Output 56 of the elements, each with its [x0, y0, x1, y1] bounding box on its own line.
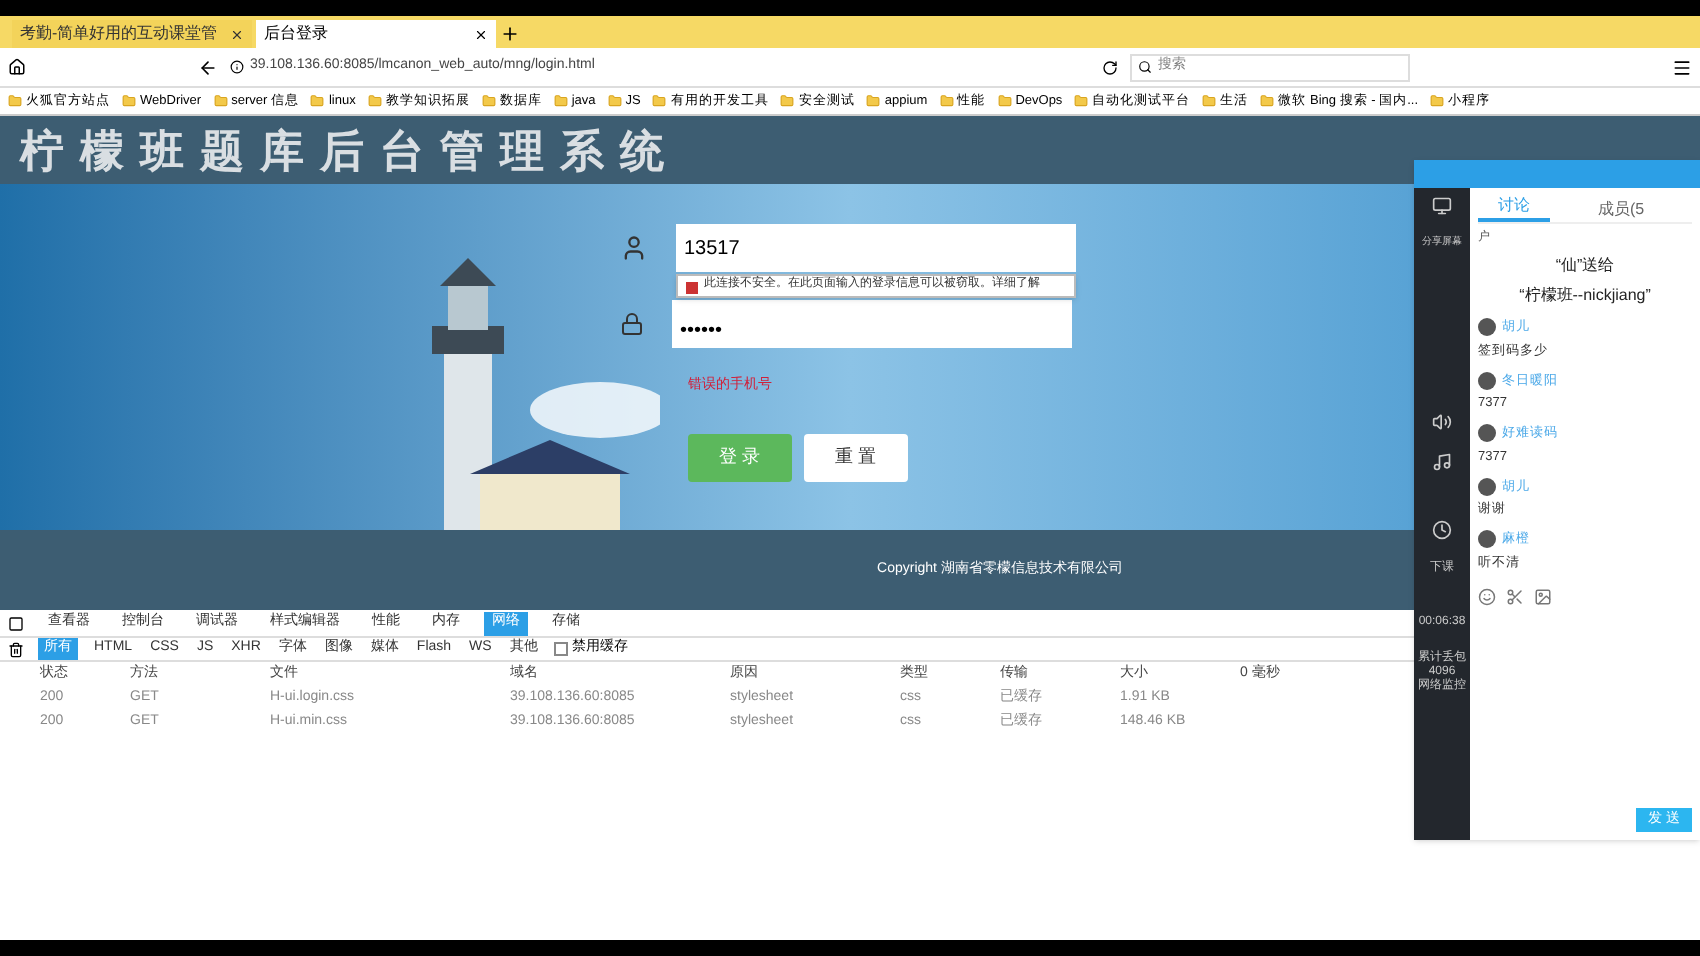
- browser-tab[interactable]: 考勤-简单好用的互动课堂管: [12, 20, 252, 48]
- tab-title: 考勤-简单好用的互动课堂管: [20, 22, 220, 46]
- folder-icon: [652, 94, 667, 108]
- folder-icon: [866, 94, 881, 108]
- gift-text: “柠檬班--nickjiang”: [1517, 284, 1653, 308]
- clock-icon[interactable]: [1432, 519, 1452, 539]
- home-icon[interactable]: [8, 58, 26, 76]
- trash-icon[interactable]: [8, 641, 24, 657]
- avatar: [1478, 424, 1496, 443]
- tab-title: 后台登录: [264, 22, 330, 46]
- site-title: 柠檬班题库后台管理系统: [20, 123, 680, 179]
- picker-icon[interactable]: [8, 615, 24, 631]
- reload-icon[interactable]: [1102, 59, 1118, 75]
- folder-icon: [481, 94, 496, 108]
- back-icon[interactable]: [198, 57, 218, 77]
- user-icon: [620, 234, 648, 262]
- folder-icon: [607, 94, 622, 108]
- music-icon[interactable]: [1432, 451, 1452, 471]
- image-icon[interactable]: [1534, 587, 1552, 605]
- folder-icon: [780, 94, 795, 108]
- username-field[interactable]: 13517: [676, 224, 1076, 272]
- password-dots: ••••••: [680, 318, 723, 346]
- avatar: [1478, 371, 1496, 390]
- new-tab-icon[interactable]: [500, 24, 520, 44]
- folder-icon: [1430, 94, 1445, 108]
- menu-icon[interactable]: [1672, 57, 1692, 77]
- search-icon: [1138, 60, 1152, 74]
- checkbox[interactable]: [553, 642, 568, 656]
- info-icon: [230, 60, 244, 74]
- folder-icon: [8, 94, 22, 108]
- folder-icon: [997, 94, 1012, 108]
- folder-icon: [1202, 94, 1217, 108]
- speaker-icon[interactable]: [1432, 411, 1452, 431]
- folder-icon: [367, 94, 382, 108]
- folder-icon: [310, 94, 325, 108]
- avatar: [1478, 477, 1496, 496]
- folder-icon: [939, 94, 954, 108]
- folder-icon: [213, 94, 228, 108]
- screen-icon[interactable]: [1432, 196, 1452, 216]
- avatar: [1478, 318, 1496, 337]
- reset-button[interactable]: 重 置: [804, 433, 908, 481]
- folder-icon: [122, 94, 136, 108]
- avatar: [1478, 530, 1496, 549]
- folder-icon: [553, 94, 568, 108]
- warning-icon: [686, 282, 698, 294]
- gift-text: “仙”送给: [1553, 254, 1617, 278]
- folder-icon: [1074, 94, 1089, 108]
- lock-icon: [620, 312, 644, 336]
- scissors-icon[interactable]: [1506, 587, 1524, 605]
- password-field[interactable]: ••••••: [672, 300, 1072, 348]
- close-icon[interactable]: [474, 27, 488, 41]
- browser-tab[interactable]: 后台登录: [256, 20, 496, 48]
- folder-icon: [1260, 94, 1275, 108]
- smile-icon[interactable]: [1478, 587, 1496, 605]
- chat-tab[interactable]: 成员(5: [1590, 198, 1653, 222]
- close-icon[interactable]: [230, 27, 244, 41]
